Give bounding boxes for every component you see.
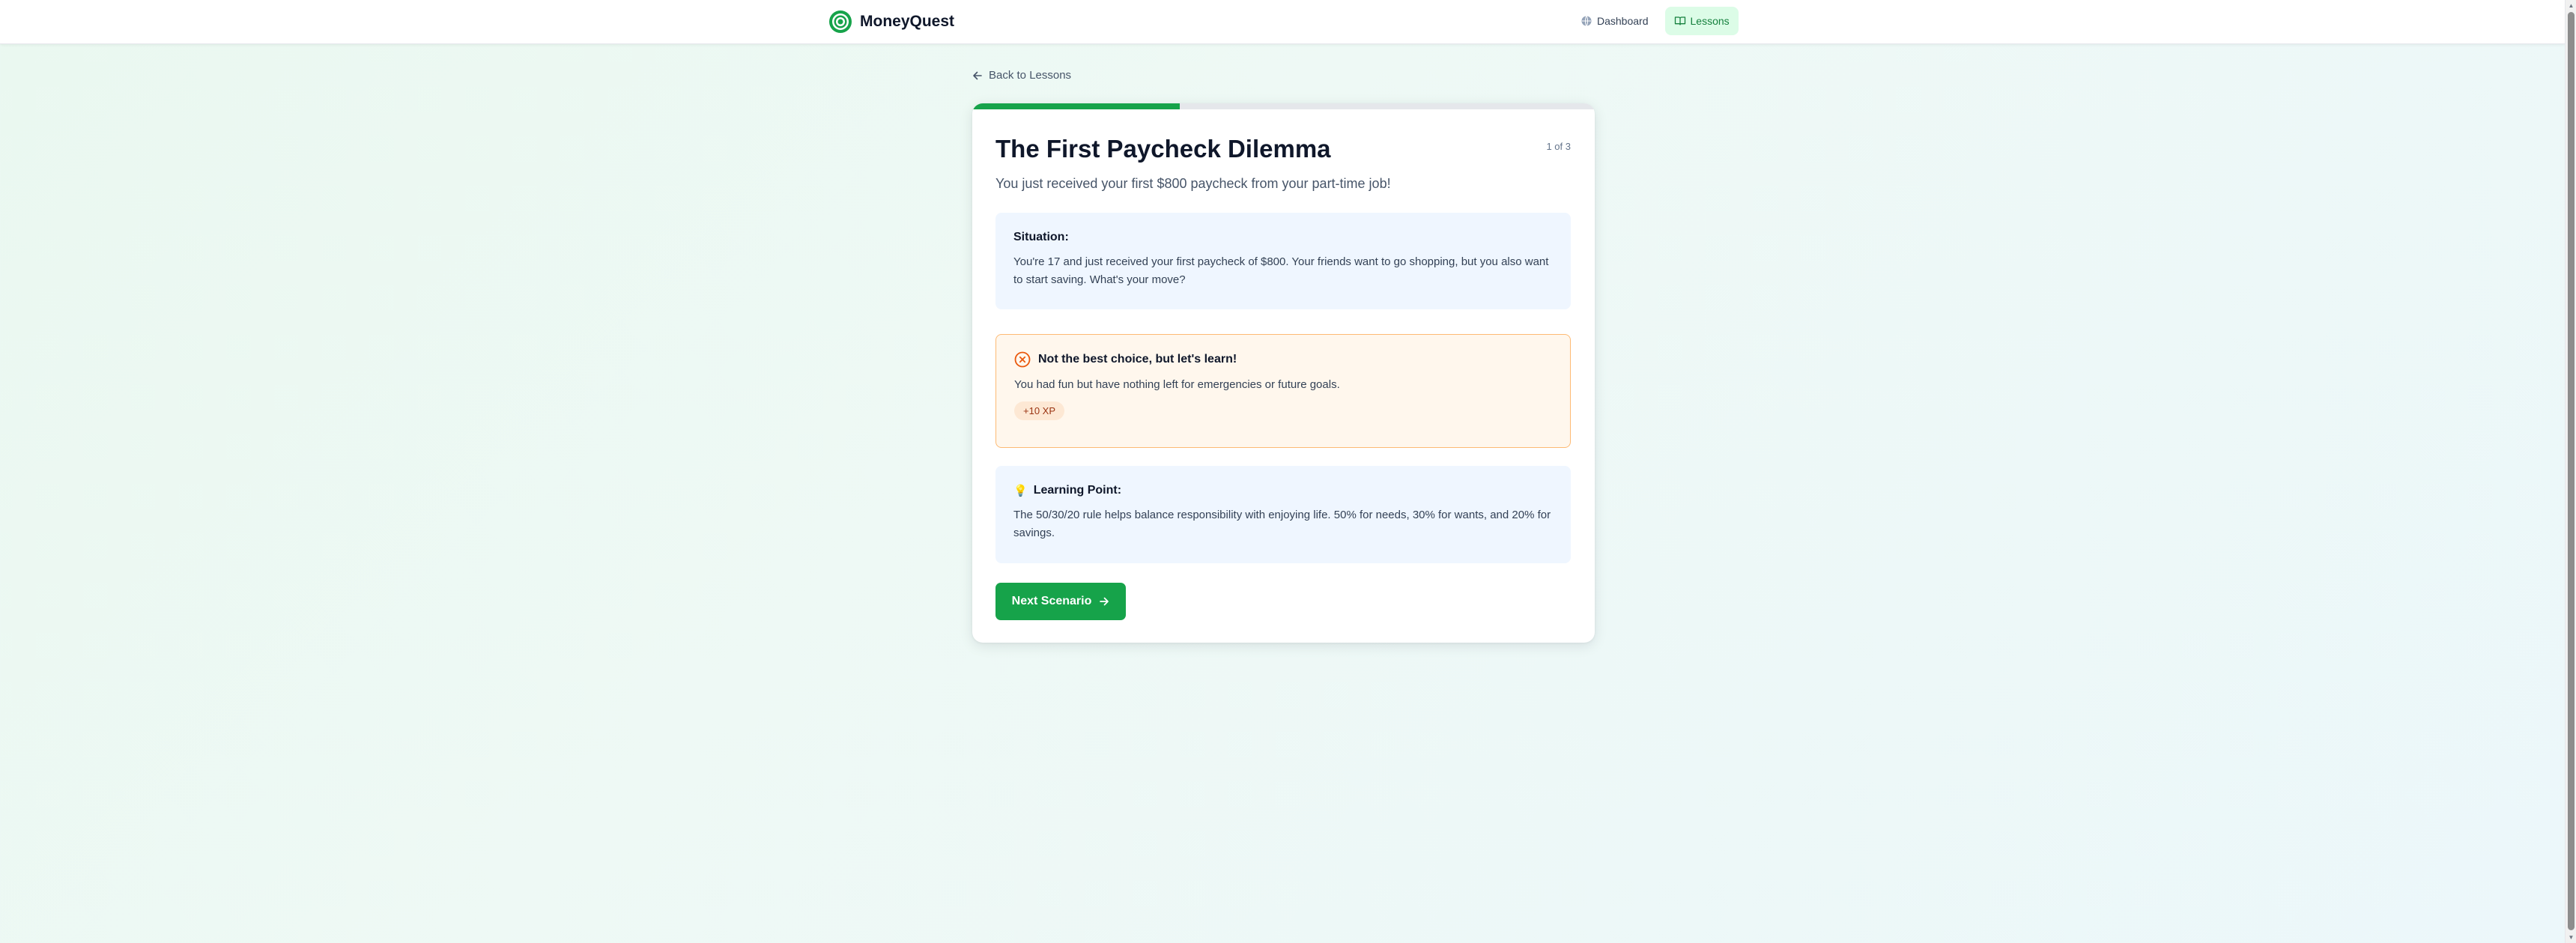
scroll-down-arrow-icon[interactable]: ▼: [2566, 932, 2576, 943]
page-scrollbar[interactable]: ▲ ▼: [2565, 0, 2576, 943]
nav-dashboard[interactable]: Dashboard: [1572, 7, 1658, 35]
scenario-subtitle: You just received your first $800 payche…: [995, 176, 1391, 191]
feedback-text: You had fun but have nothing left for em…: [1014, 378, 1340, 391]
top-navbar: MoneyQuest Dashboard Lessons: [0, 0, 2565, 44]
scenario-card: 1 of 3 The First Paycheck Dilemma You ju…: [972, 103, 1595, 643]
nav-lessons[interactable]: Lessons: [1664, 7, 1739, 35]
learning-point-box: 💡 Learning Point: The 50/30/20 rule help…: [995, 466, 1571, 563]
brand[interactable]: MoneyQuest: [828, 9, 954, 34]
x-circle-icon: [1014, 351, 1031, 368]
main-nav: Dashboard Lessons: [1572, 7, 1739, 35]
next-scenario-label: Next Scenario: [1011, 595, 1092, 607]
arrow-right-icon: [1100, 597, 1109, 606]
back-to-lessons-link[interactable]: Back to Lessons: [972, 69, 1071, 82]
scrollbar-thumb[interactable]: [2568, 12, 2575, 930]
book-icon: [1674, 16, 1685, 25]
learning-heading: Learning Point:: [1033, 484, 1122, 497]
feedback-box: Not the best choice, but let's learn! Yo…: [995, 334, 1571, 448]
arrow-left-icon: [973, 71, 982, 79]
back-link-label: Back to Lessons: [989, 69, 1072, 82]
nav-dashboard-label: Dashboard: [1597, 15, 1649, 27]
situation-text: You're 17 and just received your first p…: [1013, 255, 1549, 286]
brand-name: MoneyQuest: [860, 13, 955, 30]
learning-header: 💡 Learning Point:: [1013, 484, 1553, 497]
target-logo-icon: [829, 10, 852, 33]
lightbulb-icon: 💡: [1013, 485, 1028, 497]
nav-lessons-label: Lessons: [1690, 15, 1730, 27]
scroll-up-arrow-icon[interactable]: ▲: [2566, 0, 2576, 11]
scenario-counter: 1 of 3: [1546, 141, 1571, 152]
situation-box: Situation: You're 17 and just received y…: [995, 213, 1571, 309]
scenario-title: The First Paycheck Dilemma: [995, 135, 1331, 163]
situation-heading: Situation:: [1013, 231, 1069, 243]
progress-bar: [972, 103, 1595, 109]
feedback-title: Not the best choice, but let's learn!: [1038, 353, 1237, 366]
feedback-header: Not the best choice, but let's learn!: [1014, 351, 1552, 368]
progress-fill: [972, 103, 1180, 109]
learning-text: The 50/30/20 rule helps balance responsi…: [1013, 509, 1551, 539]
xp-badge: +10 XP: [1014, 401, 1065, 420]
next-scenario-button[interactable]: Next Scenario: [995, 583, 1126, 620]
globe-icon: [1581, 16, 1592, 26]
